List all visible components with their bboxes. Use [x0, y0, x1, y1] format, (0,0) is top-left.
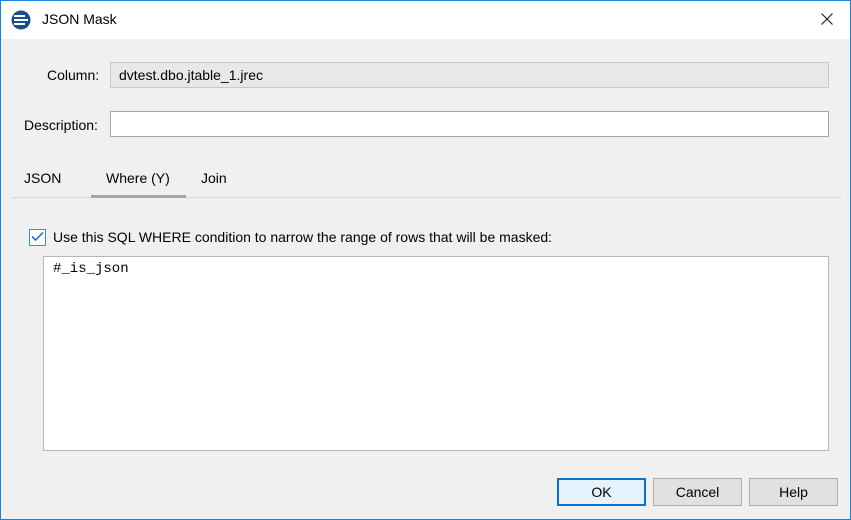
description-input[interactable] [110, 111, 829, 137]
app-database-icon [11, 10, 31, 30]
window-title: JSON Mask [42, 11, 117, 27]
tab-json[interactable]: JSON [24, 170, 61, 186]
selected-tab-indicator [91, 195, 186, 198]
cancel-button[interactable]: Cancel [653, 478, 742, 506]
where-condition-row: Use this SQL WHERE condition to narrow t… [29, 228, 552, 246]
sql-where-editor[interactable]: #_is_json [43, 256, 829, 451]
column-label: Column: [47, 67, 100, 83]
close-icon [821, 12, 833, 28]
where-condition-checkbox[interactable] [29, 228, 46, 246]
column-field: dvtest.dbo.jtable_1.jrec [110, 62, 829, 88]
tab-where[interactable]: Where (Y) [106, 170, 170, 186]
json-mask-dialog: JSON Mask Column: dvtest.dbo.jtable_1.jr… [0, 0, 851, 520]
title-bar: JSON Mask [1, 1, 850, 39]
description-label: Description: [24, 117, 98, 133]
tab-join[interactable]: Join [201, 170, 227, 186]
tab-bar: JSON Where (Y) Join [11, 161, 842, 198]
checkmark-icon [31, 229, 44, 245]
where-condition-label: Use this SQL WHERE condition to narrow t… [53, 229, 553, 245]
close-button[interactable] [804, 1, 850, 39]
ok-button[interactable]: OK [557, 478, 646, 506]
help-button[interactable]: Help [749, 478, 838, 506]
